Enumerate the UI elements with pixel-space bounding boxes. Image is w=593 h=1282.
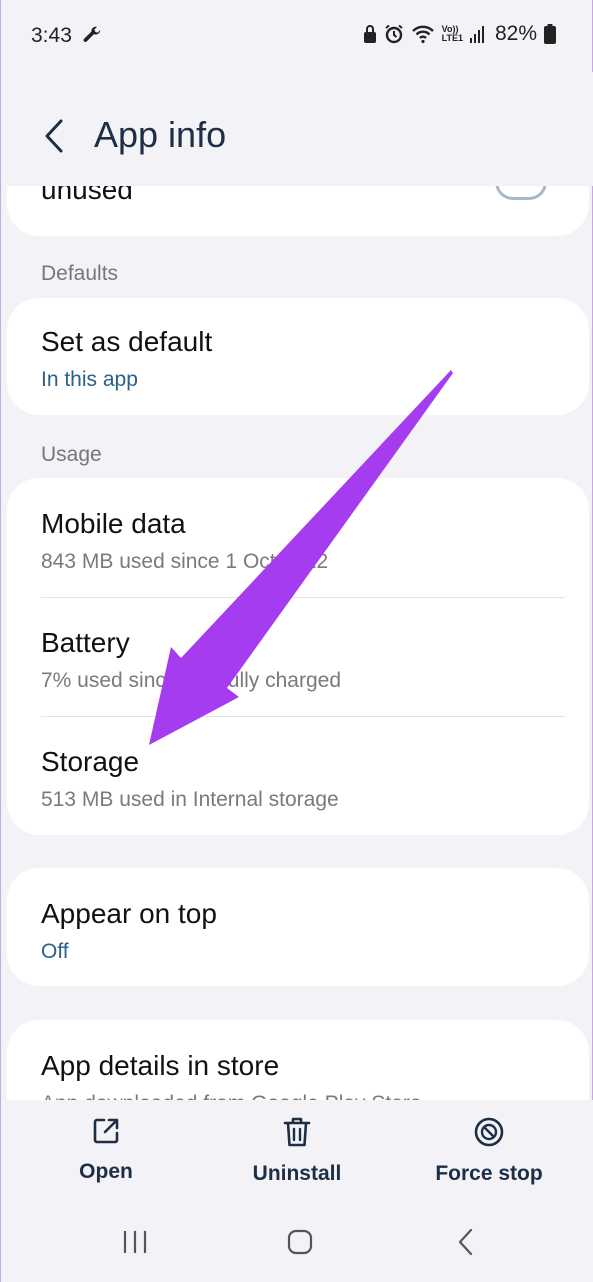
- set-as-default-title: Set as default: [41, 326, 213, 357]
- list-item-battery[interactable]: Battery 7% used since last fully charged: [41, 627, 341, 693]
- lte-label: LTE1: [441, 33, 463, 43]
- open-external-icon: [93, 1118, 119, 1144]
- back-arrow-icon: [45, 119, 63, 153]
- list-item-storage[interactable]: Storage 513 MB used in Internal storage: [41, 746, 339, 812]
- status-icons: Vo)) LTE1 82%: [363, 22, 556, 46]
- bottom-action-bar: Open Uninstall Force stop: [1, 1100, 593, 1200]
- volte-icon: Vo)) LTE1: [442, 25, 463, 43]
- system-back-button[interactable]: [441, 1224, 491, 1260]
- back-button[interactable]: [39, 114, 69, 158]
- appear-on-top-title: Appear on top: [41, 898, 217, 929]
- section-header-defaults: Defaults: [41, 262, 119, 285]
- card-appear-on-top[interactable]: Appear on top Off: [7, 868, 589, 986]
- force-stop-button[interactable]: Force stop: [414, 1116, 564, 1186]
- uninstall-button[interactable]: Uninstall: [222, 1116, 372, 1186]
- alarm-icon: [384, 24, 404, 44]
- recents-button[interactable]: [110, 1224, 160, 1260]
- home-icon: [287, 1229, 313, 1255]
- storage-subtitle: 513 MB used in Internal storage: [41, 788, 339, 811]
- status-bar: 3:43 Vo)) LTE1 82%: [1, 0, 593, 72]
- signal-icon: [469, 25, 486, 43]
- divider: [41, 716, 565, 717]
- storage-title: Storage: [41, 746, 140, 777]
- list-item-mobile-data[interactable]: Mobile data 843 MB used since 1 Oct 2022: [41, 508, 328, 574]
- status-time: 3:43: [31, 24, 72, 47]
- card-set-as-default[interactable]: Set as default In this app: [7, 298, 589, 415]
- section-header-usage: Usage: [41, 443, 102, 466]
- battery-percent: 82%: [494, 22, 537, 45]
- wifi-icon: [411, 24, 435, 44]
- mobile-data-title: Mobile data: [41, 508, 186, 539]
- force-stop-icon: [474, 1117, 504, 1147]
- open-button[interactable]: Open: [31, 1116, 181, 1184]
- card-usage: Mobile data 843 MB used since 1 Oct 2022…: [7, 478, 589, 835]
- appear-on-top-subtitle: Off: [41, 940, 69, 963]
- trash-icon: [283, 1117, 311, 1147]
- open-label: Open: [79, 1160, 133, 1183]
- divider: [41, 597, 565, 598]
- wrench-icon: [81, 24, 103, 51]
- set-as-default-subtitle: In this app: [41, 368, 138, 391]
- battery-subtitle: 7% used since last fully charged: [41, 669, 341, 692]
- mobile-data-subtitle: 843 MB used since 1 Oct 2022: [41, 550, 329, 573]
- page-title: App info: [94, 114, 227, 155]
- recents-icon: [123, 1231, 147, 1253]
- home-button[interactable]: [275, 1224, 325, 1260]
- force-stop-label: Force stop: [435, 1162, 543, 1185]
- nav-back-icon: [458, 1228, 473, 1256]
- app-bar: App info: [1, 100, 593, 180]
- uninstall-label: Uninstall: [252, 1162, 342, 1185]
- battery-title: Battery: [41, 627, 130, 658]
- lock-icon: [363, 24, 377, 44]
- app-details-title: App details in store: [41, 1050, 280, 1081]
- battery-icon: [544, 24, 556, 44]
- system-navigation-bar: [1, 1200, 593, 1282]
